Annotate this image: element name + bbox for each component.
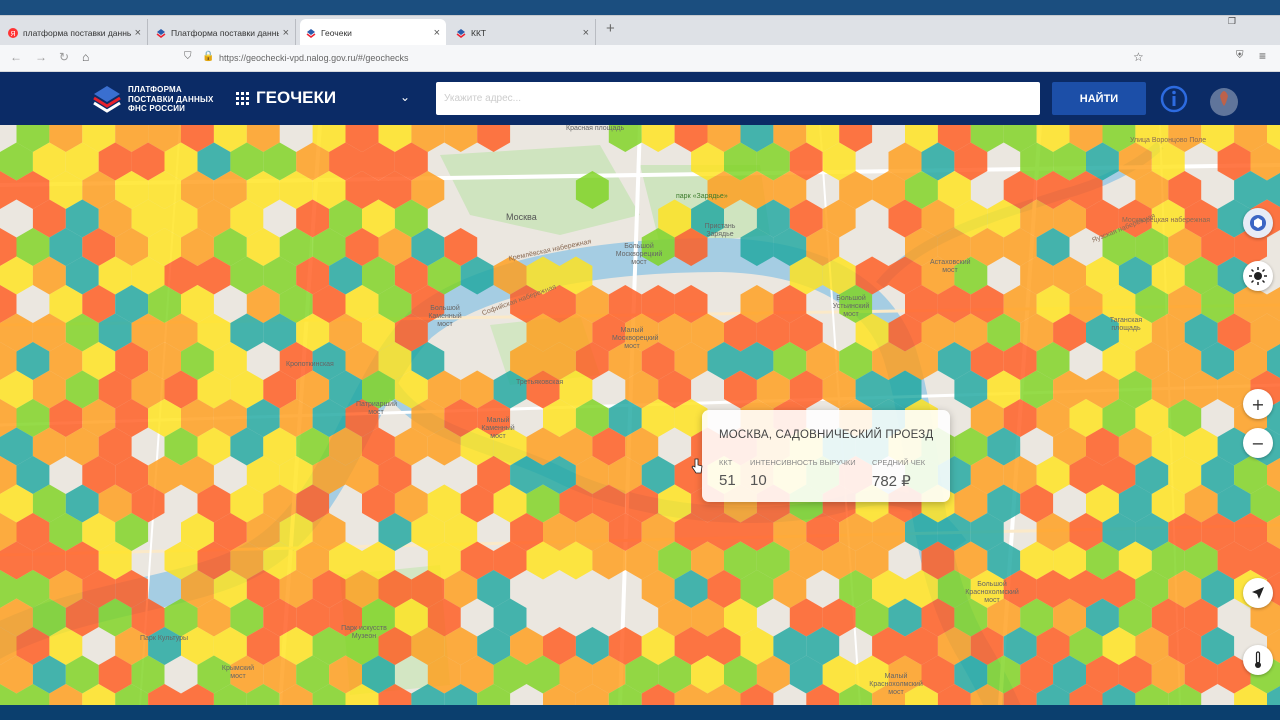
location-tooltip: МОСКВА, САДОВНИЧЕСКИЙ ПРОЕЗД ККТ 51 ИНТЕ… bbox=[702, 410, 950, 502]
geolocate-button[interactable] bbox=[1243, 578, 1273, 608]
bookmark-star-icon[interactable]: ☆ bbox=[1133, 50, 1144, 64]
address-search-input[interactable] bbox=[436, 82, 1040, 115]
hand-cursor-icon bbox=[691, 458, 703, 474]
home-icon[interactable]: ⌂ bbox=[82, 50, 89, 64]
back-arrow-icon[interactable]: ← bbox=[10, 50, 22, 64]
reload-icon[interactable]: ↻ bbox=[59, 50, 69, 64]
browser-tab-3[interactable]: Геочеки × bbox=[300, 19, 446, 46]
find-button[interactable]: НАЙТИ bbox=[1052, 82, 1146, 115]
layer-toggle-button[interactable] bbox=[1243, 208, 1273, 238]
zoom-out-button[interactable]: − bbox=[1243, 428, 1273, 458]
svg-text:Я: Я bbox=[10, 31, 15, 38]
map-label: Кропоткинская bbox=[286, 361, 334, 368]
navigation-arrow-icon bbox=[1252, 587, 1264, 599]
tab-label: ККТ bbox=[471, 27, 487, 38]
brand-line: ФНС РОССИИ bbox=[128, 104, 186, 113]
brand-line: ПОСТАВКИ ДАННЫХ bbox=[128, 94, 214, 104]
kkt-value: 51 bbox=[719, 472, 736, 489]
map-label: Малый Краснохолмский мост bbox=[869, 673, 923, 696]
restore-window-icon[interactable]: ❐ bbox=[1228, 16, 1236, 27]
section-title[interactable]: ГЕОЧЕКИ bbox=[256, 88, 336, 108]
map-label: Большой Устьинский мост bbox=[832, 295, 870, 318]
browser-address-bar: ← → ↻ ⌂ ⛉ 🔒 https://geochecki-vpd.nalog.… bbox=[0, 45, 1280, 72]
fns-logo-icon bbox=[306, 28, 316, 38]
menu-icon[interactable]: ≡ bbox=[1259, 49, 1266, 63]
map-label: Парк искусств Музеон bbox=[341, 625, 387, 640]
tab-close-icon[interactable]: × bbox=[283, 27, 289, 39]
tab-label: Геочеки bbox=[321, 27, 352, 38]
map-label: Москворецкая набережная bbox=[1122, 217, 1211, 224]
brand-line: ПЛАТФОРМА bbox=[128, 85, 182, 94]
pocket-icon[interactable]: ⛨ bbox=[1236, 50, 1244, 61]
map-canvas[interactable] bbox=[0, 125, 1280, 705]
map-label: Малый Москворецкий мост bbox=[612, 327, 659, 350]
avg-check-value: 782 ₽ bbox=[872, 473, 911, 490]
map-label: Крымский мост bbox=[221, 665, 255, 680]
map-label: Пристань Зарядье bbox=[704, 223, 736, 238]
browser-tab-bar: Я платформа поставки данных × Платформа … bbox=[0, 15, 1280, 46]
map-label: Москва bbox=[506, 212, 537, 222]
map-label: Большой Краснохолмский мост bbox=[965, 581, 1019, 604]
forward-arrow-icon[interactable]: → bbox=[35, 50, 47, 64]
avg-check-label: СРЕДНИЙ ЧЕК bbox=[872, 458, 926, 467]
browser-tab-1[interactable]: Я платформа поставки данных × bbox=[2, 19, 148, 46]
kkt-label: ККТ bbox=[719, 458, 733, 467]
chevron-down-icon[interactable]: ⌄ bbox=[400, 90, 410, 104]
fns-logo-icon bbox=[156, 28, 166, 38]
intensity-value: 10 bbox=[750, 472, 767, 489]
info-icon[interactable] bbox=[1160, 85, 1188, 113]
map-label: парк «Зарядье» bbox=[676, 193, 728, 200]
map-label: Астаховский мост bbox=[930, 259, 971, 274]
window-top-strip bbox=[0, 0, 1280, 15]
map-label: Таганская площадь bbox=[1109, 317, 1143, 332]
fns-logo-icon[interactable] bbox=[92, 83, 122, 113]
theme-toggle-button[interactable] bbox=[1243, 261, 1273, 291]
tab-label: Платформа поставки данных bbox=[171, 27, 279, 38]
tab-close-icon[interactable]: × bbox=[135, 27, 141, 39]
lock-icon[interactable]: 🔒 bbox=[202, 51, 214, 62]
tooltip-title: МОСКВА, САДОВНИЧЕСКИЙ ПРОЕЗД bbox=[719, 429, 934, 441]
map-label: Третьяковская bbox=[516, 379, 564, 386]
sun-icon bbox=[1249, 267, 1267, 285]
tab-close-icon[interactable]: × bbox=[434, 27, 440, 39]
hexagon-icon bbox=[1250, 215, 1266, 231]
app-header: ПЛАТФОРМА ПОСТАВКИ ДАННЫХ ФНС РОССИИ ГЕО… bbox=[0, 72, 1280, 156]
thermometer-icon bbox=[1255, 651, 1261, 668]
intensity-label: ИНТЕНСИВНОСТЬ ВЫРУЧКИ bbox=[750, 458, 856, 467]
tab-close-icon[interactable]: × bbox=[583, 27, 589, 39]
map-label: Патриарший мост bbox=[356, 401, 398, 416]
legend-button[interactable] bbox=[1243, 645, 1273, 675]
shield-icon[interactable]: ⛉ bbox=[184, 51, 192, 62]
map-label: Большой Москворецкий мост bbox=[615, 243, 663, 266]
new-tab-button[interactable]: + bbox=[606, 20, 615, 37]
url-text[interactable]: https://geochecki-vpd.nalog.gov.ru/#/geo… bbox=[219, 53, 408, 63]
yandex-icon: Я bbox=[8, 27, 18, 38]
map-label: Улица Воронцово Поле bbox=[1130, 137, 1207, 144]
map-label: Красная площадь bbox=[566, 125, 625, 132]
apps-grid-icon[interactable] bbox=[236, 92, 249, 105]
map-label: Малый Каменный мост bbox=[481, 417, 515, 440]
map-label: Большой Каменный мост bbox=[428, 305, 462, 328]
fns-logo-icon bbox=[456, 28, 466, 38]
bottom-strip bbox=[0, 705, 1280, 720]
brand-name: ПЛАТФОРМА ПОСТАВКИ ДАННЫХ ФНС РОССИИ bbox=[128, 85, 214, 114]
browser-tab-4[interactable]: ККТ × bbox=[450, 19, 596, 46]
zoom-in-button[interactable]: + bbox=[1243, 389, 1273, 419]
map-view[interactable]: Красная площадь Москва Большой Москворец… bbox=[0, 125, 1280, 705]
browser-tab-2[interactable]: Платформа поставки данных × bbox=[150, 19, 296, 46]
tab-label: платформа поставки данных bbox=[23, 27, 131, 38]
map-label: Парк Культуры bbox=[140, 635, 189, 642]
